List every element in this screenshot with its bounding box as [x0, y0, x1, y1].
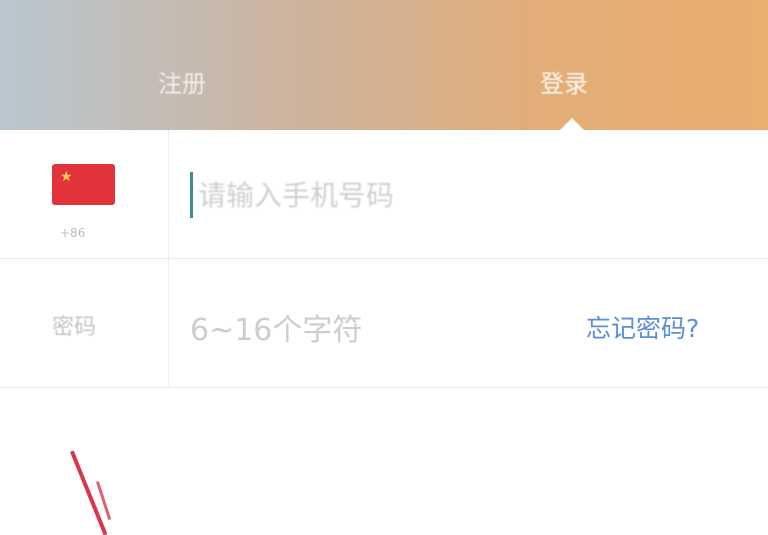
flag-star-icon: ★: [60, 169, 73, 185]
country-code-selector[interactable]: ★ +86: [0, 130, 169, 258]
china-flag-icon: ★: [52, 164, 115, 205]
phone-row: ★ +86 请输入手机号码: [0, 130, 768, 259]
tab-login[interactable]: 登录: [540, 66, 588, 102]
phone-input[interactable]: 请输入手机号码: [198, 174, 394, 214]
country-code: +86: [60, 226, 86, 240]
password-label-cell: 密码: [0, 259, 169, 387]
tab-register[interactable]: 注册: [158, 66, 206, 102]
password-label: 密码: [52, 315, 97, 340]
tab-header: 注册 登录: [0, 0, 768, 130]
forgot-password-link[interactable]: 忘记密码?: [586, 309, 699, 345]
active-tab-caret-icon: [560, 118, 584, 130]
password-row: 密码 6~16个字符 忘记密码?: [0, 259, 768, 388]
text-cursor: [190, 172, 193, 218]
password-input[interactable]: 6~16个字符: [190, 305, 362, 349]
